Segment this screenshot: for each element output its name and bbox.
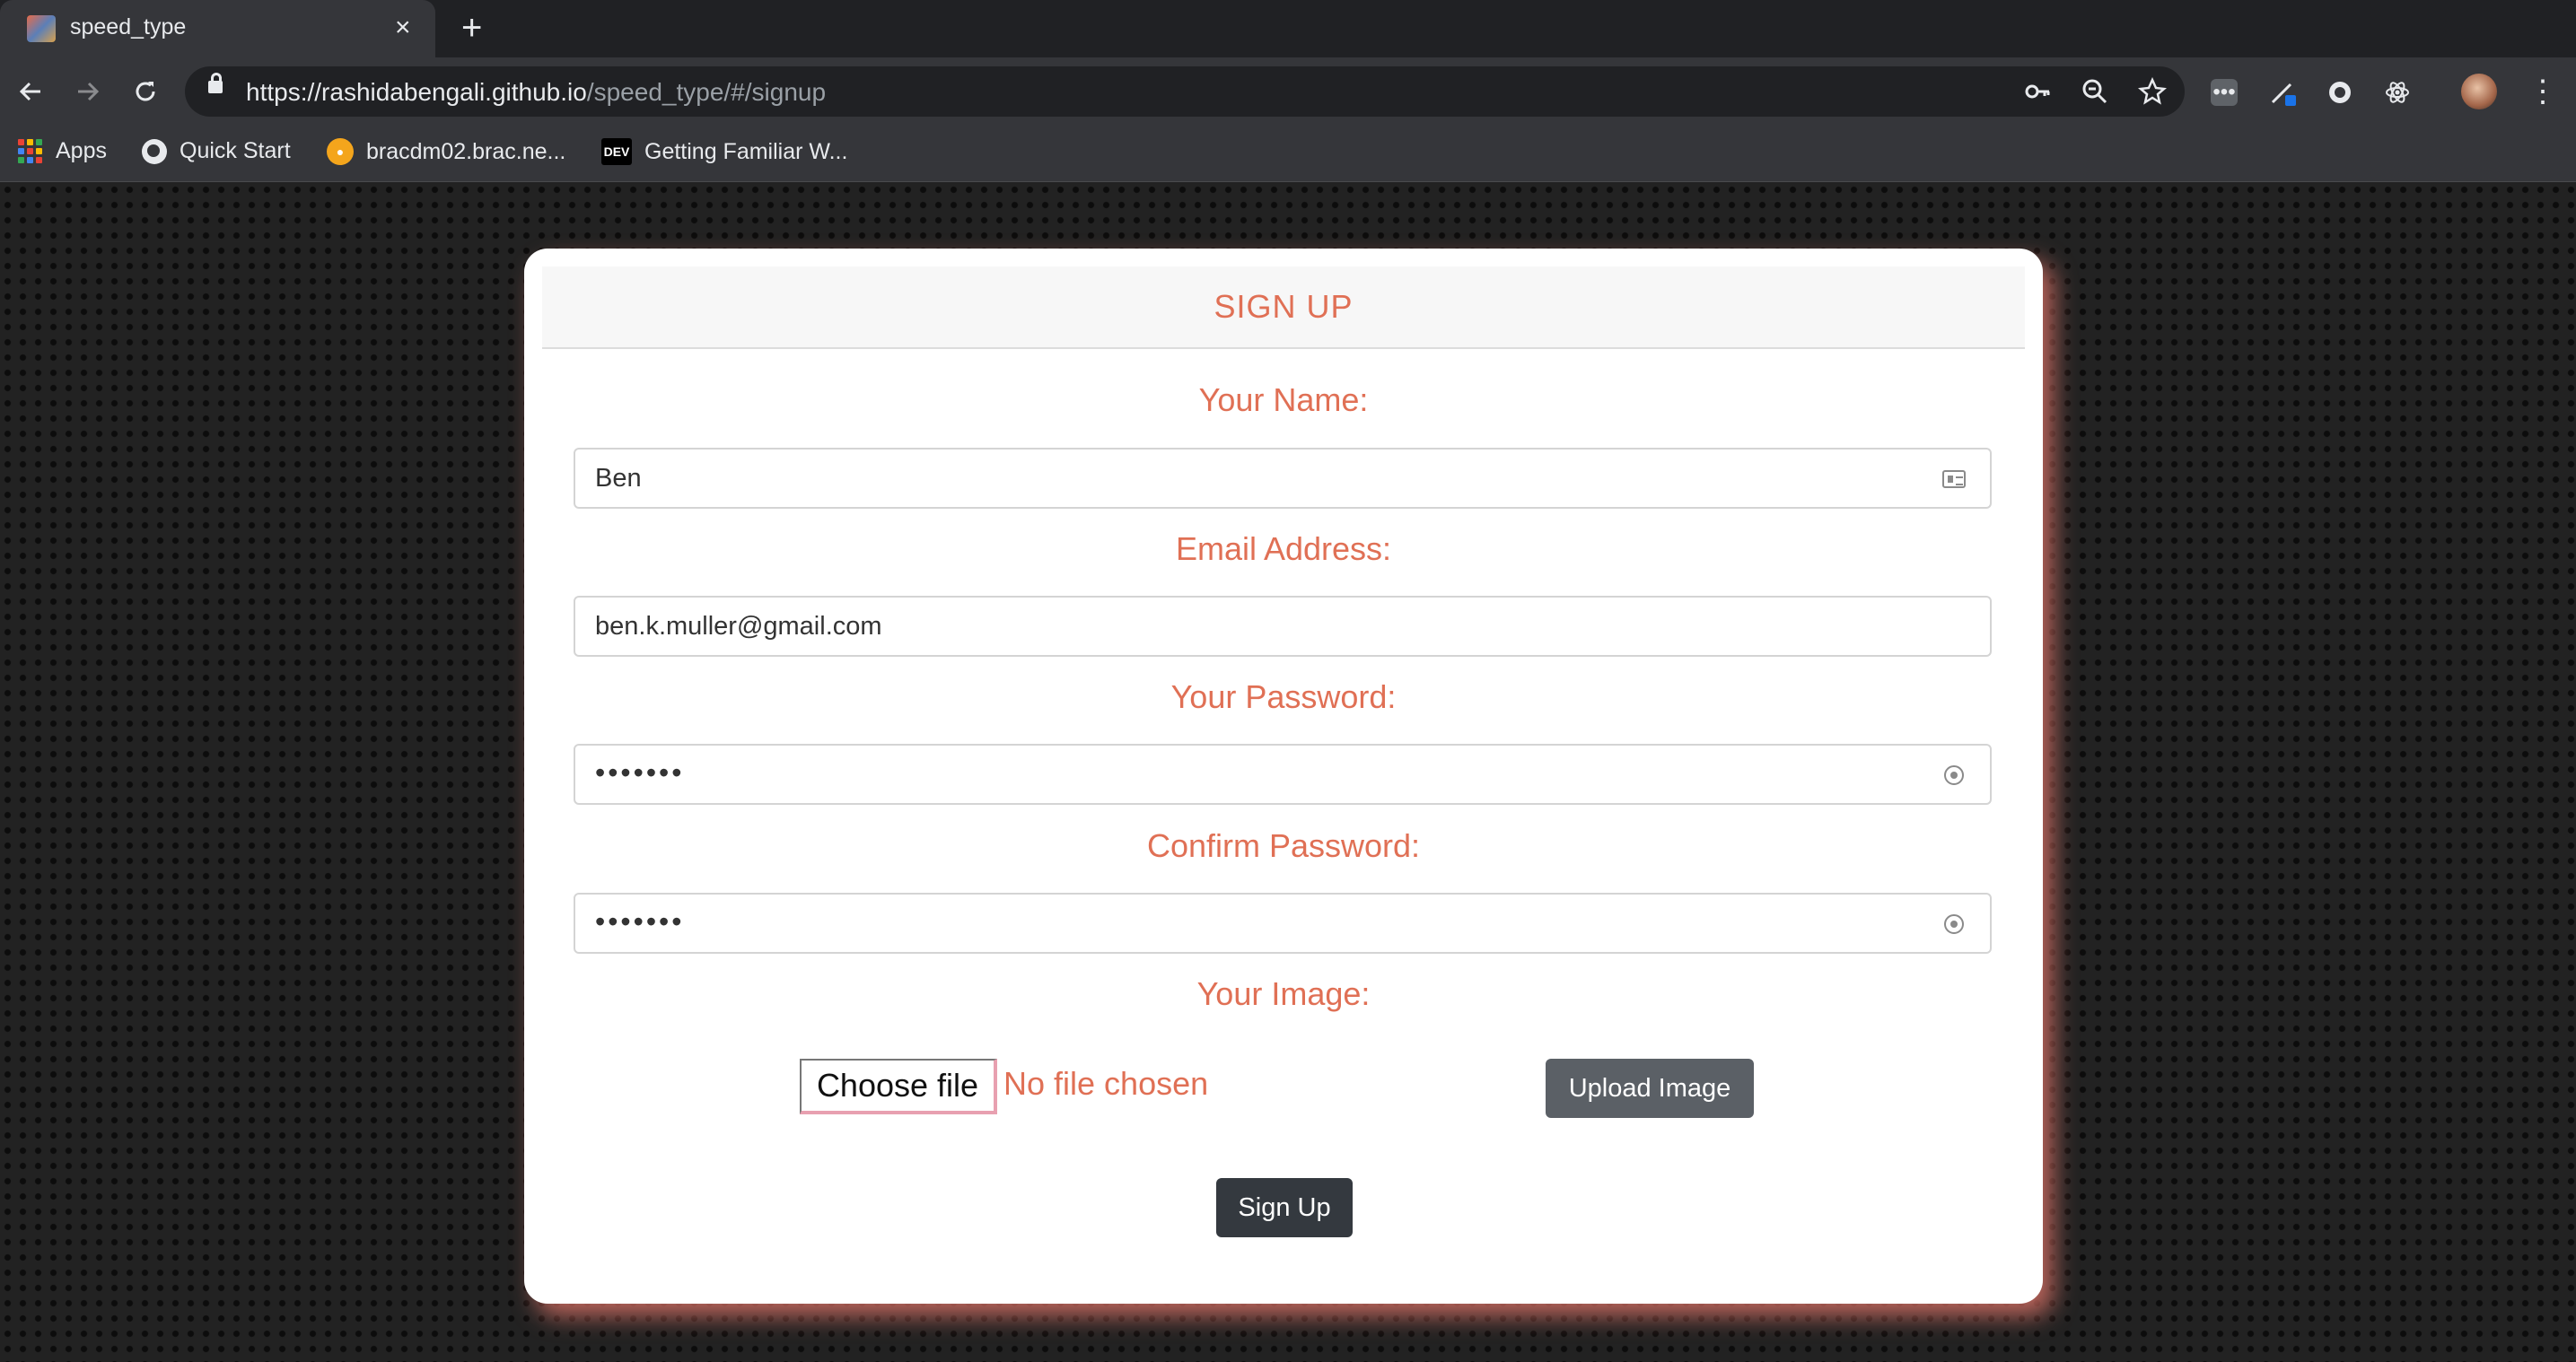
- no-file-chosen-text: No file chosen: [1003, 1065, 1209, 1102]
- reload-icon[interactable]: [126, 72, 165, 111]
- confirm-password-value: •••••••: [595, 905, 685, 938]
- bookmark-label: bracdm02.brac.ne...: [366, 138, 566, 164]
- url-path: /speed_type/#/signup: [586, 78, 827, 106]
- address-bar[interactable]: https://rashidabengali.github.io/speed_t…: [185, 66, 2185, 117]
- contact-card-icon: [1941, 467, 1967, 492]
- bookmark-star-icon[interactable]: [2138, 76, 2167, 112]
- back-arrow-icon[interactable]: [11, 72, 50, 111]
- signup-card: SIGN UP Your Name: Ben Email Address: be…: [524, 249, 2043, 1304]
- globe-icon: [142, 138, 167, 164]
- apps-grid-icon: [18, 138, 43, 164]
- url-host: https://rashidabengali.github.io: [246, 78, 587, 106]
- password-value: •••••••: [595, 756, 685, 789]
- browser-tabbar: speed_type × +: [0, 0, 2576, 57]
- email-label: Email Address:: [1175, 530, 1392, 567]
- bookmark-bracdm02[interactable]: ● bracdm02.brac.ne...: [327, 138, 565, 165]
- dev-favicon: DEV: [601, 138, 632, 165]
- bookmark-label: Quick Start: [180, 138, 291, 163]
- react-devtools-icon[interactable]: [2384, 79, 2411, 106]
- password-manager-key-icon[interactable]: [1941, 912, 1967, 937]
- name-field[interactable]: Ben: [574, 448, 1992, 509]
- new-tab-icon[interactable]: +: [461, 7, 482, 48]
- name-value: Ben: [595, 464, 642, 493]
- password-manager-key-icon[interactable]: [1941, 763, 1967, 788]
- image-label: Your Image:: [1196, 975, 1371, 1012]
- email-value: ben.k.muller@gmail.com: [595, 612, 882, 641]
- email-field[interactable]: ben.k.muller@gmail.com: [574, 596, 1992, 657]
- choose-file-button[interactable]: Choose file: [800, 1059, 997, 1114]
- tab-close-icon[interactable]: ×: [395, 13, 411, 43]
- password-field[interactable]: •••••••: [574, 744, 1992, 805]
- profile-avatar[interactable]: [2461, 74, 2497, 109]
- bookmark-quick-start[interactable]: Quick Start: [142, 138, 291, 164]
- bookmarks-bar: Apps Quick Start ● bracdm02.brac.ne... D…: [0, 126, 2576, 182]
- signup-header: SIGN UP: [542, 266, 2025, 349]
- bookmark-label: Apps: [56, 138, 107, 163]
- confirm-password-field[interactable]: •••••••: [574, 893, 1992, 954]
- sign-up-button[interactable]: Sign Up: [1216, 1178, 1353, 1237]
- password-label: Your Password:: [1170, 678, 1397, 715]
- bookmark-apps[interactable]: Apps: [18, 138, 107, 164]
- browser-toolbar: https://rashidabengali.github.io/speed_t…: [0, 57, 2576, 126]
- key-icon[interactable]: [2023, 77, 2052, 112]
- bookmark-label: Getting Familiar W...: [644, 138, 848, 164]
- browser-tab[interactable]: speed_type ×: [0, 0, 435, 57]
- tab-favicon-icon: [27, 15, 56, 42]
- extension-menu-icon[interactable]: •••: [2211, 79, 2238, 106]
- zoom-icon[interactable]: [2081, 77, 2109, 112]
- extension-circle-icon[interactable]: [2326, 79, 2353, 106]
- url-text: https://rashidabengali.github.io/speed_t…: [246, 78, 826, 107]
- tab-title: speed_type: [70, 14, 187, 39]
- upload-image-button[interactable]: Upload Image: [1546, 1059, 1754, 1118]
- name-label: Your Name:: [1198, 381, 1369, 418]
- extension-pen-icon[interactable]: [2269, 79, 2296, 106]
- brac-favicon: ●: [327, 138, 354, 165]
- lock-icon: [208, 73, 223, 93]
- forward-arrow-icon[interactable]: [68, 72, 108, 111]
- bookmark-getting-familiar[interactable]: DEV Getting Familiar W...: [601, 138, 847, 165]
- browser-menu-icon[interactable]: ⋮: [2528, 74, 2558, 109]
- page-background: SIGN UP Your Name: Ben Email Address: be…: [0, 182, 2576, 1362]
- confirm-password-label: Confirm Password:: [1146, 827, 1421, 864]
